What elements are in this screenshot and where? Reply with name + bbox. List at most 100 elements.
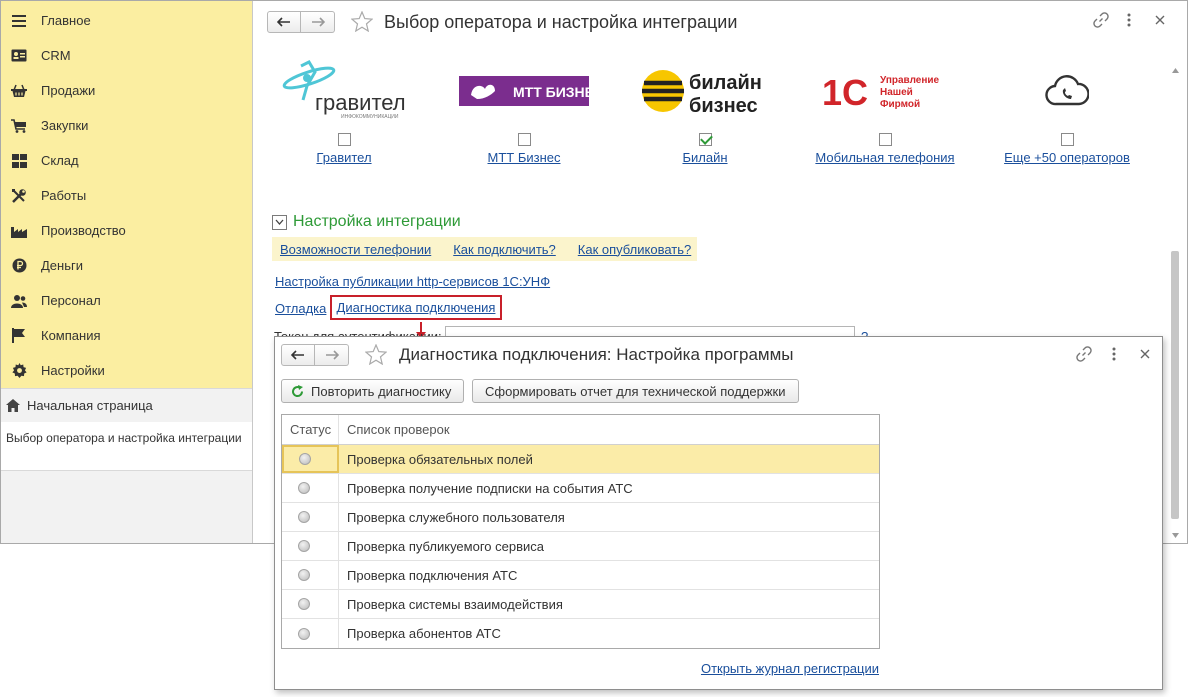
sidebar-item-purchases[interactable]: Закупки <box>1 108 253 143</box>
table-row[interactable]: Проверка системы взаимодействия <box>282 590 879 619</box>
dialog-back-button[interactable] <box>281 344 315 366</box>
table-row[interactable]: Проверка получение подписки на события А… <box>282 474 879 503</box>
how-to-publish-link[interactable]: Как опубликовать? <box>578 242 691 257</box>
status-column-header[interactable]: Статус <box>282 415 339 444</box>
chevron-down-icon <box>272 214 287 230</box>
table-row[interactable]: Проверка обязательных полей <box>282 445 879 474</box>
operator-link-beeline[interactable]: Билайн <box>682 150 727 165</box>
operator-link-more[interactable]: Еще +50 операторов <box>1004 150 1130 165</box>
dialog-link-icon[interactable] <box>1076 346 1092 362</box>
home-icon <box>6 399 20 412</box>
forward-button[interactable] <box>301 11 335 33</box>
contact-card-icon <box>11 48 27 64</box>
table-row[interactable]: Проверка публикуемого сервиса <box>282 532 879 561</box>
sidebar-item-label: Настройки <box>41 363 105 378</box>
onec-logo-line1: Управление <box>880 75 940 86</box>
gravitel-logo: гравител ИНФОКОММУНИКАЦИИ <box>259 60 429 121</box>
repeat-diagnostics-label: Повторить диагностику <box>311 383 452 399</box>
onec-unf-logo: 1С Управление Нашей Фирмой <box>800 61 970 121</box>
more-actions-icon[interactable] <box>1121 12 1137 28</box>
arrow-right-icon <box>325 350 339 360</box>
diagnostics-link[interactable]: Диагностика подключения <box>337 300 496 315</box>
sidebar-item-company[interactable]: Компания <box>1 318 253 353</box>
operator-link-mtt[interactable]: МТТ Бизнес <box>488 150 561 165</box>
dialog-history-nav <box>281 344 349 366</box>
table-row[interactable]: Проверка подключения АТС <box>282 561 879 590</box>
scrollbar-thumb[interactable] <box>1171 251 1179 519</box>
check-name: Проверка абонентов АТС <box>347 626 501 641</box>
mtt-logo: МТТ БИЗНЕС <box>439 61 609 121</box>
favorite-star-icon[interactable] <box>350 10 374 35</box>
menu-icon <box>11 13 27 29</box>
repeat-diagnostics-button[interactable]: Повторить диагностику <box>281 379 465 403</box>
integration-section-title: Настройка интеграции <box>293 213 461 230</box>
arrow-left-icon <box>277 17 290 27</box>
flag-icon <box>11 328 27 344</box>
onec-logo-line3: Фирмой <box>880 99 920 110</box>
check-name: Проверка получение подписки на события А… <box>347 480 633 496</box>
home-page-tab[interactable]: Начальная страница <box>1 388 252 423</box>
sidebar-item-settings[interactable]: Настройки <box>1 353 253 388</box>
integration-section-toggle[interactable]: Настройка интеграции <box>272 213 461 231</box>
table-row[interactable]: Проверка абонентов АТС <box>282 619 879 648</box>
sidebar-item-personnel[interactable]: Персонал <box>1 283 253 318</box>
check-name: Проверка обязательных полей <box>347 451 533 467</box>
tools-icon <box>11 188 27 204</box>
operator-mtt: МТТ БИЗНЕС МТТ Бизнес <box>439 61 609 165</box>
operator-checkbox-mtt[interactable] <box>517 133 531 146</box>
sidebar-item-warehouse[interactable]: Склад <box>1 143 253 178</box>
operator-link-mobile[interactable]: Мобильная телефония <box>815 150 954 165</box>
operator-checkbox-gravitel[interactable] <box>337 133 351 146</box>
sidebar-item-main[interactable]: Главное <box>1 3 253 38</box>
link-icon[interactable] <box>1093 12 1109 28</box>
dialog-more-actions-icon[interactable] <box>1106 346 1122 362</box>
check-name: Проверка публикуемого сервиса <box>347 538 544 554</box>
check-name: Проверка служебного пользователя <box>347 509 565 525</box>
people-icon <box>11 293 27 309</box>
sidebar-item-works[interactable]: Работы <box>1 178 253 213</box>
support-report-button[interactable]: Сформировать отчет для технической подде… <box>472 379 799 403</box>
status-indicator-icon <box>298 482 310 494</box>
back-button[interactable] <box>267 11 301 33</box>
arrow-right-icon <box>311 17 325 27</box>
operator-checkbox-beeline[interactable] <box>698 133 712 146</box>
operator-beeline: билайн бизнес Билайн <box>620 61 790 165</box>
status-indicator-icon <box>298 627 310 640</box>
checks-table: Статус Список проверок Проверка обязател… <box>281 414 880 649</box>
mtt-logo-icon: МТТ БИЗНЕС <box>459 76 589 106</box>
history-nav <box>267 11 335 33</box>
scroll-down-icon[interactable] <box>1172 526 1179 541</box>
debug-link[interactable]: Отладка <box>275 301 326 316</box>
check-name: Проверка подключения АТС <box>347 567 518 583</box>
sidebar-item-label: Главное <box>41 13 91 28</box>
table-row[interactable]: Проверка служебного пользователя <box>282 503 879 532</box>
dialog-close-icon[interactable] <box>1137 346 1153 362</box>
beeline-logo-icon: билайн бизнес <box>642 70 762 116</box>
status-indicator-icon <box>298 569 310 581</box>
operator-checkbox-more[interactable] <box>1060 133 1074 146</box>
open-window-tab[interactable]: Выбор оператора и настройка интеграции <box>1 422 252 471</box>
operator-mobile: 1С Управление Нашей Фирмой Мобильная тел… <box>800 61 970 165</box>
operator-link-gravitel[interactable]: Гравител <box>316 150 371 165</box>
close-icon[interactable] <box>1152 12 1168 28</box>
how-to-connect-link[interactable]: Как подключить? <box>453 242 556 257</box>
onec-logo-mark: 1С <box>822 72 868 111</box>
status-indicator-icon <box>298 453 311 465</box>
operator-gravitel: гравител ИНФОКОММУНИКАЦИИ Гравител <box>259 60 429 165</box>
sidebar-item-production[interactable]: Производство <box>1 213 253 248</box>
gravitel-logo-subtext: ИНФОКОММУНИКАЦИИ <box>341 114 399 120</box>
sidebar-item-sales[interactable]: Продажи <box>1 73 253 108</box>
telephony-features-link[interactable]: Возможности телефонии <box>280 242 431 257</box>
sidebar-item-crm[interactable]: CRM <box>1 38 253 73</box>
onec-logo-line2: Нашей <box>880 87 913 98</box>
table-header: Статус Список проверок <box>282 415 879 445</box>
operator-checkbox-mobile[interactable] <box>878 133 892 146</box>
scroll-up-icon[interactable] <box>1172 61 1179 76</box>
publish-settings-link[interactable]: Настройка публикации http-сервисов 1С:УН… <box>275 274 550 289</box>
checks-column-header[interactable]: Список проверок <box>339 415 879 444</box>
help-links-bar: Возможности телефонии Как подключить? Ка… <box>272 237 698 261</box>
dialog-forward-button[interactable] <box>315 344 349 366</box>
open-journal-link[interactable]: Открыть журнал регистрации <box>701 661 879 676</box>
dialog-favorite-star-icon[interactable] <box>364 343 388 368</box>
sidebar-item-money[interactable]: Деньги <box>1 248 253 283</box>
